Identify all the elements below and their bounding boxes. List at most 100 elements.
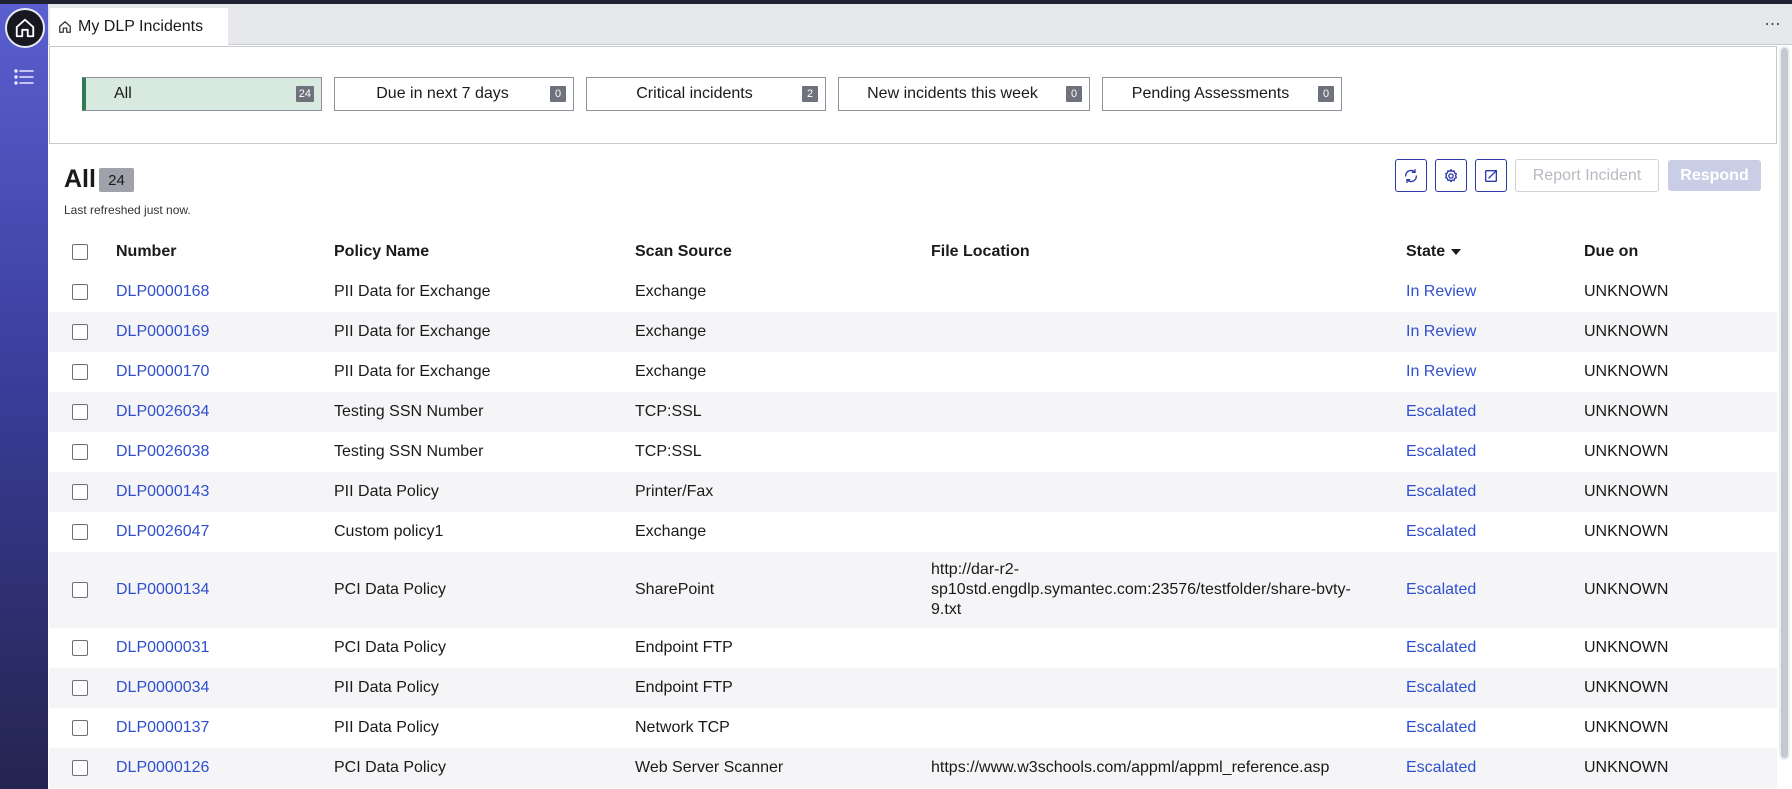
file-location-cell: https://www.w3schools.com/appml/appml_re…	[931, 748, 1371, 788]
table-row[interactable]: DLP0026034 Testing SSN Number TCP:SSL Escal…	[49, 392, 1777, 432]
export-button[interactable]	[1475, 159, 1507, 192]
scan-source-cell: Endpoint FTP	[635, 679, 733, 696]
filter-label: Critical incidents	[636, 85, 753, 102]
state-link[interactable]: Escalated	[1406, 708, 1476, 748]
respond-button[interactable]: Respond	[1668, 160, 1761, 191]
scan-source-cell: SharePoint	[635, 581, 715, 598]
state-link[interactable]: In Review	[1406, 312, 1476, 352]
row-checkbox[interactable]	[72, 324, 88, 340]
table-row[interactable]: DLP0000034 PII Data Policy Endpoint FTP Esc…	[49, 668, 1777, 708]
incident-number-link[interactable]: DLP0000169	[116, 312, 209, 352]
column-header-file-location[interactable]: File Location	[931, 232, 1371, 272]
table-row[interactable]: DLP0000137 PII Data Policy Network TCP Esca…	[49, 708, 1777, 748]
incident-number-link[interactable]: DLP0000031	[116, 628, 209, 668]
file-location-text: http://dar-r2-sp10std.engdlp.symantec.co…	[931, 561, 1351, 618]
table-row[interactable]: DLP0000143 PII Data Policy Printer/Fax Esca…	[49, 472, 1777, 512]
row-checkbox[interactable]	[72, 364, 88, 380]
table-row[interactable]: DLP0026038 Testing SSN Number TCP:SSL Escal…	[49, 432, 1777, 472]
state-link[interactable]: Escalated	[1406, 432, 1476, 472]
incident-number-link[interactable]: DLP0000170	[116, 352, 209, 392]
filter-card-new-this-week[interactable]: New incidents this week 0	[838, 77, 1090, 111]
due-on-cell: UNKNOWN	[1584, 759, 1669, 776]
filter-card-pending-assessments[interactable]: Pending Assessments 0	[1102, 77, 1342, 111]
file-location-cell	[931, 272, 1371, 312]
state-link[interactable]: Escalated	[1406, 628, 1476, 668]
column-header-scan-source[interactable]: Scan Source	[635, 232, 732, 272]
policy-name-cell: PCI Data Policy	[334, 639, 447, 656]
due-on-cell: UNKNOWN	[1584, 443, 1669, 460]
tab-my-dlp-incidents[interactable]: My DLP Incidents	[50, 8, 228, 45]
table-row[interactable]: DLP0000031 PCI Data Policy Endpoint FTP Esc…	[49, 628, 1777, 668]
select-all-checkbox[interactable]	[72, 244, 88, 260]
column-header-due-on[interactable]: Due on	[1584, 232, 1638, 272]
incident-number-link[interactable]: DLP0000137	[116, 708, 209, 748]
filter-card-critical-incidents[interactable]: Critical incidents 2	[586, 77, 826, 111]
settings-button[interactable]	[1435, 159, 1467, 192]
column-header-state[interactable]: State	[1406, 232, 1462, 272]
list-button[interactable]	[12, 66, 36, 88]
incident-number-link[interactable]: DLP0000168	[116, 272, 209, 312]
row-checkbox[interactable]	[72, 640, 88, 656]
state-link[interactable]: Escalated	[1406, 668, 1476, 708]
state-link[interactable]: Escalated	[1406, 392, 1476, 432]
select-all-cell	[72, 232, 88, 272]
policy-name-cell: PCI Data Policy	[334, 581, 447, 598]
row-checkbox[interactable]	[72, 720, 88, 736]
state-link[interactable]: Escalated	[1406, 472, 1476, 512]
column-header-number[interactable]: Number	[116, 232, 176, 272]
incident-number-link[interactable]: DLP0026034	[116, 392, 209, 432]
incident-number-link[interactable]: DLP0000134	[116, 552, 209, 628]
state-link[interactable]: In Review	[1406, 272, 1476, 312]
file-location-cell	[931, 628, 1371, 668]
filter-card-all[interactable]: All 24	[82, 77, 322, 111]
row-checkbox[interactable]	[72, 680, 88, 696]
scan-source-cell: Web Server Scanner	[635, 759, 784, 776]
incident-number-link[interactable]: DLP0000126	[116, 748, 209, 788]
tab-title: My DLP Incidents	[78, 17, 204, 35]
table-row[interactable]: DLP0000169 PII Data for Exchange Exchange I…	[49, 312, 1777, 352]
table-row[interactable]: DLP0000126 PCI Data Policy Web Server Scan…	[49, 748, 1777, 788]
table-row[interactable]: DLP0000168 PII Data for Exchange Exchange I…	[49, 272, 1777, 312]
due-on-cell: UNKNOWN	[1584, 403, 1669, 420]
scan-source-cell: Endpoint FTP	[635, 639, 733, 656]
filter-label: Pending Assessments	[1131, 85, 1290, 102]
row-checkbox[interactable]	[72, 284, 88, 300]
column-header-policy-name[interactable]: Policy Name	[334, 232, 429, 272]
row-checkbox[interactable]	[72, 524, 88, 540]
due-on-cell: UNKNOWN	[1584, 483, 1669, 500]
incident-number-link[interactable]: DLP0000143	[116, 472, 209, 512]
filter-count: 24	[295, 86, 314, 102]
report-incident-button[interactable]: Report Incident	[1515, 159, 1659, 192]
file-location-cell	[931, 352, 1371, 392]
row-select-cell	[72, 512, 88, 552]
incident-number-link[interactable]: DLP0026038	[116, 432, 209, 472]
home-button[interactable]	[5, 8, 45, 48]
vertical-scrollbar[interactable]	[1779, 46, 1790, 760]
scrollbar-thumb[interactable]	[1781, 48, 1788, 758]
row-checkbox[interactable]	[72, 484, 88, 500]
table-row[interactable]: DLP0000134 PCI Data Policy SharePoint http:…	[49, 552, 1777, 628]
list-title: All	[64, 165, 96, 193]
export-icon	[1485, 169, 1497, 182]
scan-source-cell: Exchange	[635, 523, 707, 540]
row-checkbox[interactable]	[72, 404, 88, 420]
state-link[interactable]: Escalated	[1406, 512, 1476, 552]
row-select-cell	[72, 708, 88, 748]
state-link[interactable]: Escalated	[1406, 552, 1476, 628]
state-link[interactable]: In Review	[1406, 352, 1476, 392]
incident-number-link[interactable]: DLP0000034	[116, 668, 209, 708]
row-checkbox[interactable]	[72, 444, 88, 460]
table-row[interactable]: DLP0000170 PII Data for Exchange Exchange I…	[49, 352, 1777, 392]
due-on-cell: UNKNOWN	[1584, 323, 1669, 340]
filter-card-due-next-7-days[interactable]: Due in next 7 days 0	[334, 77, 574, 111]
due-on-cell: UNKNOWN	[1584, 639, 1669, 656]
refresh-button[interactable]	[1395, 159, 1427, 192]
table-row[interactable]: DLP0026047 Custom policy1 Exchange Escalate…	[49, 512, 1777, 552]
incident-number-link[interactable]: DLP0026047	[116, 512, 209, 552]
row-select-cell	[72, 472, 88, 512]
state-link[interactable]: Escalated	[1406, 748, 1476, 788]
row-checkbox[interactable]	[72, 760, 88, 776]
more-options-icon[interactable]: ⋯	[1762, 14, 1784, 34]
file-location-text: https://www.w3schools.com/appml/appml_re…	[931, 759, 1330, 776]
row-checkbox[interactable]	[72, 582, 88, 598]
